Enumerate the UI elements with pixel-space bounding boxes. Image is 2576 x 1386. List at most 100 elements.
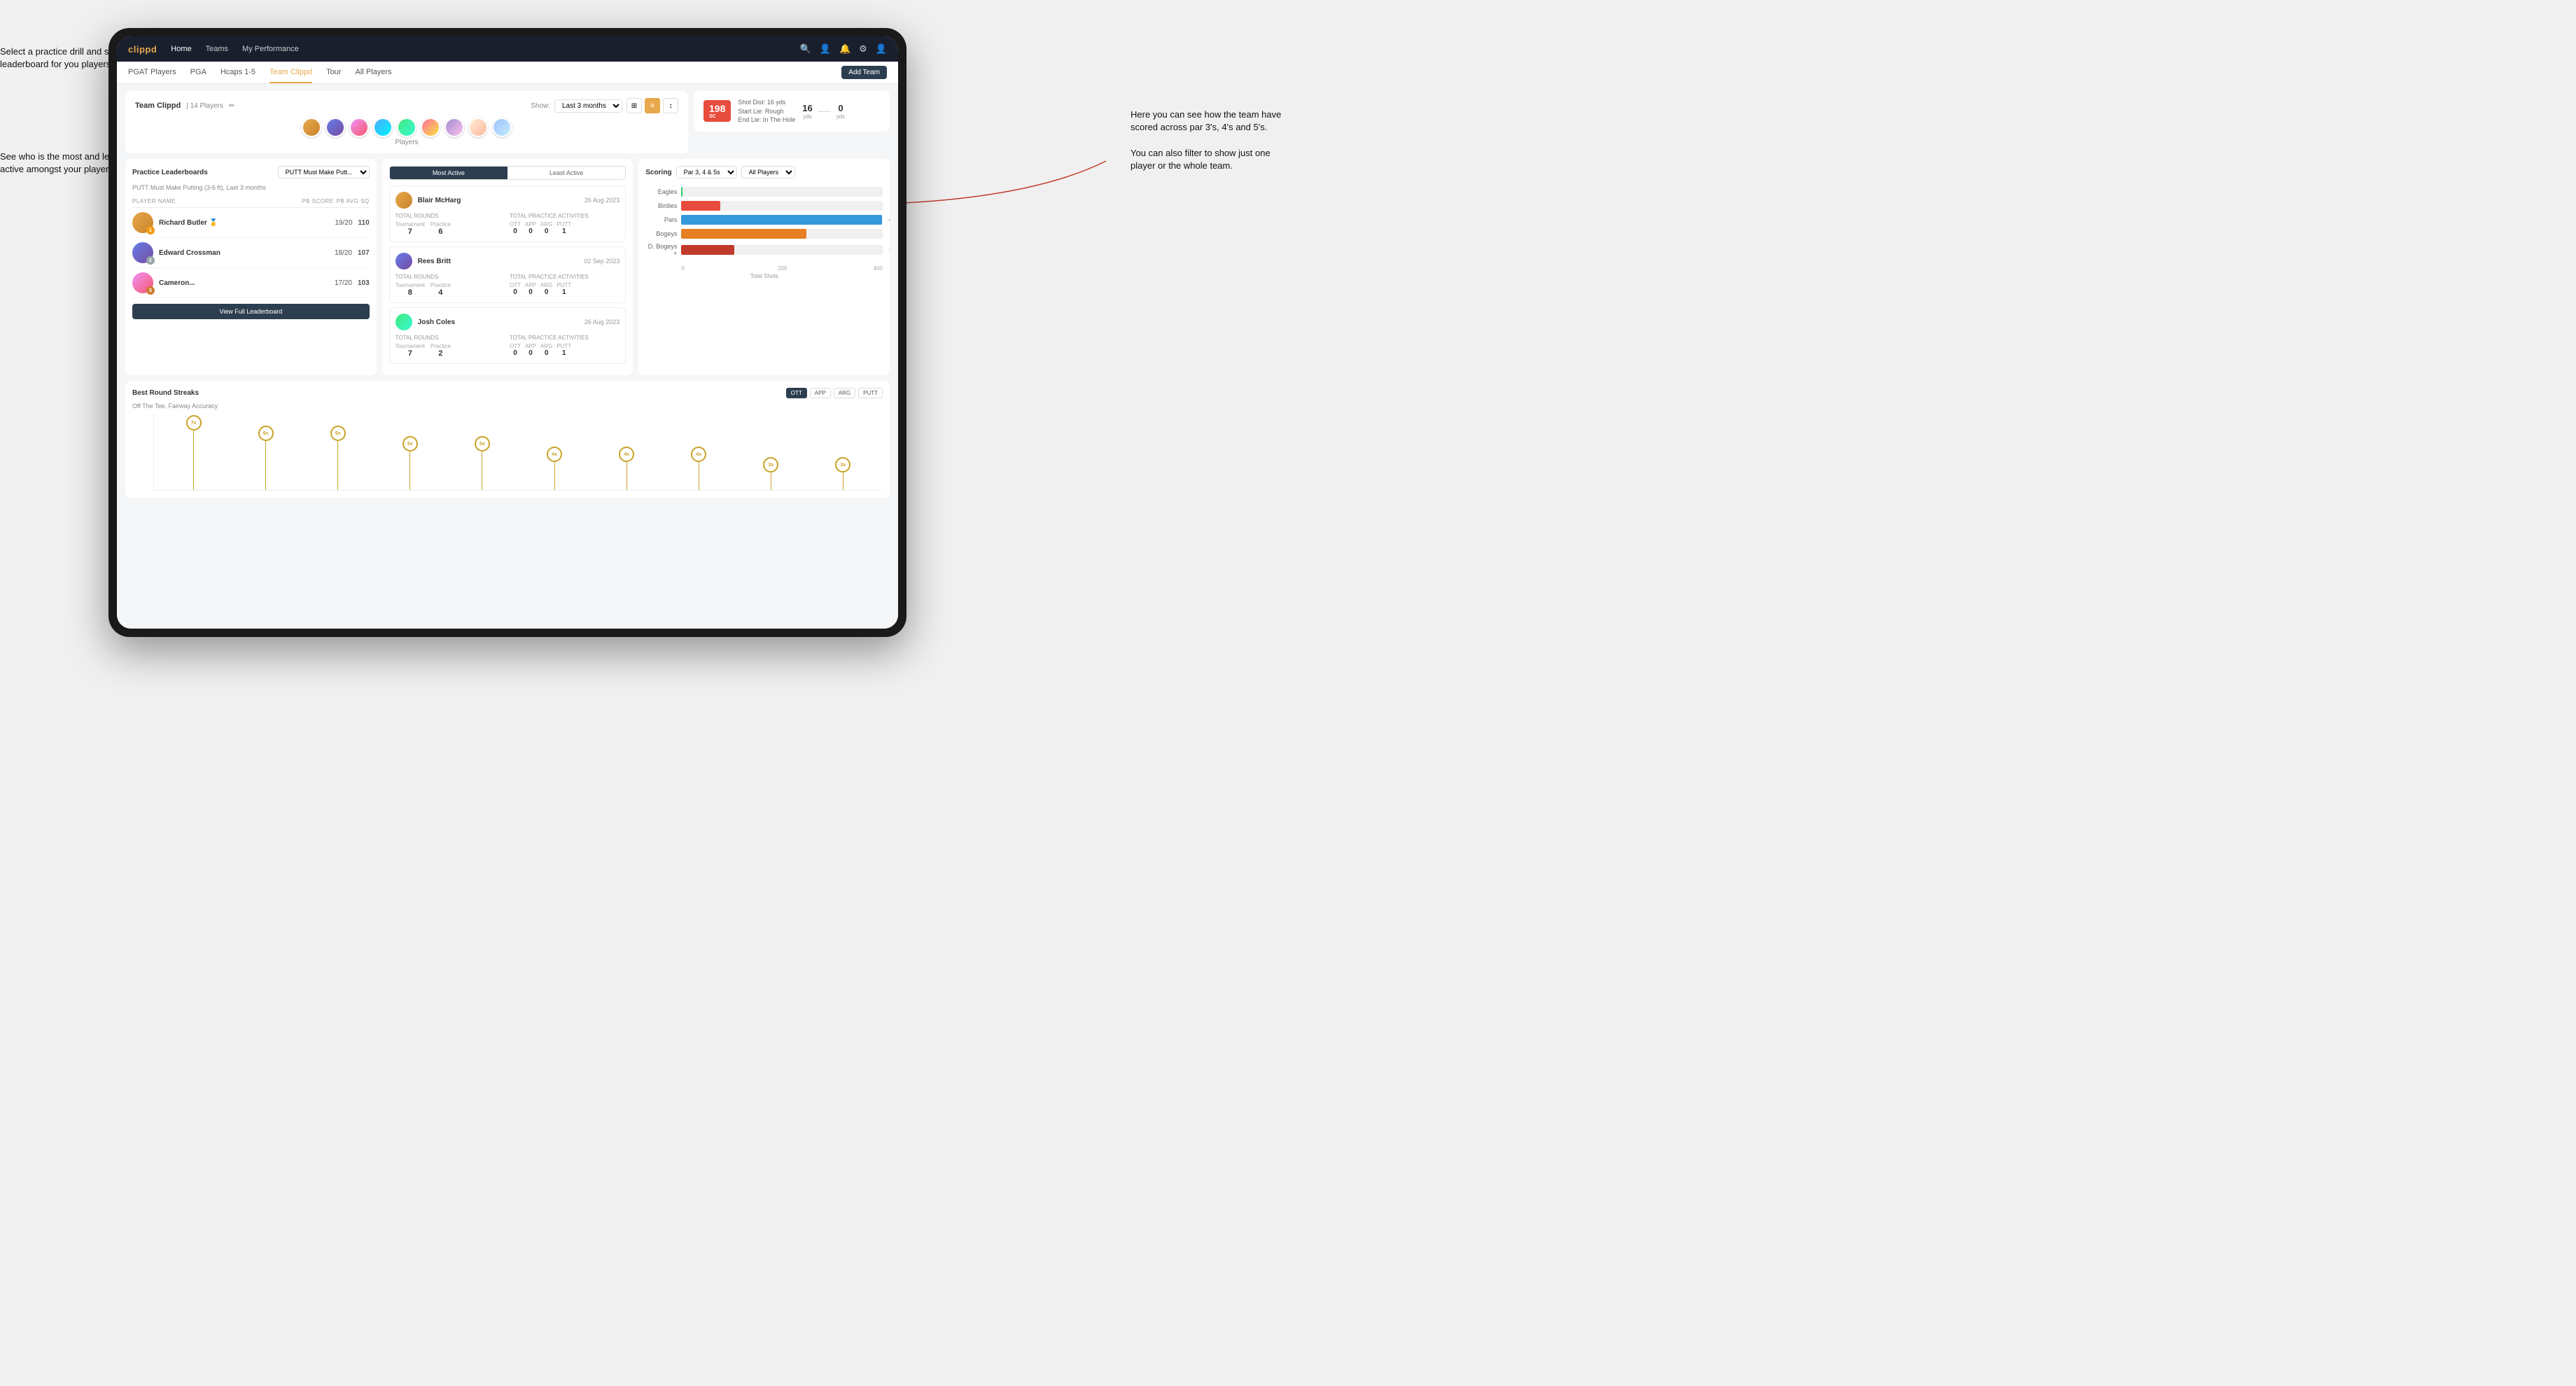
bell-icon[interactable]: 🔔	[839, 43, 850, 55]
table-row: 3 Cameron... 17/20 103	[132, 268, 370, 298]
player-sm-avatar-josh[interactable]	[396, 314, 412, 330]
player-card-header-1: Blair McHarg 26 Aug 2023	[396, 192, 620, 209]
player-name-2: Edward Crossman	[159, 249, 329, 257]
player-avatar-3[interactable]	[349, 118, 369, 137]
player-card-date-2: 02 Sep 2023	[584, 258, 620, 265]
streak-dot-group-8: 4x	[663, 447, 735, 490]
streak-dot-group-6: 4x	[518, 447, 590, 490]
rounds-label-2: Total Rounds	[396, 274, 505, 280]
edit-icon[interactable]: ✏	[229, 102, 234, 110]
player-avatar-2[interactable]	[326, 118, 345, 137]
bar-row-pars: Pars 499	[645, 215, 883, 225]
player-avg-1: 110	[358, 219, 370, 227]
player-avg-2: 107	[358, 249, 370, 257]
annotation-right-1: Here you can see how the team have score…	[1130, 108, 1284, 172]
active-player-card-3: Josh Coles 26 Aug 2023 Total Rounds Tour…	[389, 307, 626, 364]
streak-dot-group-4: 5x	[374, 436, 446, 490]
active-player-card-1: Blair McHarg 26 Aug 2023 Total Rounds To…	[389, 186, 626, 242]
player-name-1: Richard Butler 🥇	[159, 219, 329, 227]
player-score-2: 18/20	[335, 249, 352, 257]
player-sm-avatar-rees[interactable]	[396, 253, 412, 270]
drill-select[interactable]: PUTT Must Make Putt...	[278, 166, 370, 178]
streak-dot-group-2: 6x	[230, 426, 302, 490]
player-card-name-3: Josh Coles	[418, 318, 579, 326]
subnav-pga[interactable]: PGA	[190, 62, 206, 83]
bar-row-bogeys: Bogeys 311	[645, 229, 883, 239]
nav-link-teams[interactable]: Teams	[206, 45, 228, 53]
shot-info-card: 198 SC Shot Dist: 16 yds Start Lie: Roug…	[694, 91, 890, 132]
player-avatar-5[interactable]	[397, 118, 416, 137]
show-period-select[interactable]: Last 3 months	[554, 99, 622, 113]
activities-label-2: Total Practice Activities	[510, 274, 620, 280]
sort-icon[interactable]: ↕	[663, 98, 678, 113]
view-icons: ⊞ ≡ ↕	[626, 98, 678, 113]
add-team-button[interactable]: Add Team	[841, 66, 887, 79]
subnav-pgat[interactable]: PGAT Players	[128, 62, 176, 83]
player-avatar-8[interactable]	[468, 118, 488, 137]
search-icon[interactable]: 🔍	[800, 43, 811, 55]
avatar-icon[interactable]: 👤	[876, 43, 887, 55]
player-card-name-1: Blair McHarg	[418, 197, 579, 204]
subnav-team-clippd[interactable]: Team Clippd	[270, 62, 312, 83]
list-view-icon[interactable]: ≡	[645, 98, 660, 113]
streaks-card: Best Round Streaks OTT APP ARG PUTT Off …	[125, 381, 890, 498]
rounds-label-1: Total Rounds	[396, 213, 505, 219]
active-panel-card: Most Active Least Active Blair McHarg 26…	[382, 159, 634, 375]
streak-dot-group-9: 3x	[735, 457, 807, 490]
least-active-tab[interactable]: Least Active	[507, 167, 625, 179]
player-avatar-4[interactable]	[373, 118, 393, 137]
player-avatar-richard[interactable]: 1	[132, 212, 153, 233]
putt-button[interactable]: PUTT	[858, 388, 883, 398]
par-filter-select[interactable]: Par 3, 4 & 5s	[676, 166, 737, 178]
view-full-leaderboard-button[interactable]: View Full Leaderboard	[132, 304, 370, 319]
nav-logo: clippd	[128, 44, 157, 55]
x-axis: 0 200 400	[645, 265, 883, 272]
navbar: clippd Home Teams My Performance 🔍 👤 🔔 ⚙…	[117, 36, 898, 62]
streak-dot-group-7: 4x	[591, 447, 663, 490]
grid-view-icon[interactable]: ⊞	[626, 98, 642, 113]
player-avatar-cameron[interactable]: 3	[132, 272, 153, 293]
subnav: PGAT Players PGA Hcaps 1-5 Team Clippd T…	[117, 62, 898, 84]
scoring-bar-chart: Eagles 3 Birdies 96	[645, 184, 883, 260]
scoring-card: Scoring Par 3, 4 & 5s All Players Eagles	[638, 159, 890, 375]
person-icon[interactable]: 👤	[820, 43, 831, 55]
active-player-card-2: Rees Britt 02 Sep 2023 Total Rounds Tour…	[389, 246, 626, 303]
player-sm-avatar-blair[interactable]	[396, 192, 412, 209]
streaks-subtitle: Off The Tee, Fairway Accuracy	[132, 402, 883, 410]
tablet-screen: clippd Home Teams My Performance 🔍 👤 🔔 ⚙…	[117, 36, 898, 629]
subnav-tour[interactable]: Tour	[326, 62, 341, 83]
leaderboard-columns: PLAYER NAME PB SCORE PB AVG SQ	[132, 195, 370, 208]
team-player-count: | 14 Players	[186, 102, 223, 110]
nav-link-home[interactable]: Home	[171, 45, 191, 53]
player-filter-select[interactable]: All Players	[741, 166, 795, 178]
table-row: 1 Richard Butler 🥇 19/20 110	[132, 208, 370, 238]
active-toggle-tabs: Most Active Least Active	[389, 166, 626, 180]
streak-dot-group-5: 5x	[446, 436, 518, 490]
player-avatar-edward[interactable]: 2	[132, 242, 153, 263]
subnav-hcaps[interactable]: Hcaps 1-5	[220, 62, 255, 83]
streak-chart: 7x 6x 6x 5x	[153, 414, 883, 491]
main-content: Team Clippd | 14 Players ✏ Show: Last 3 …	[117, 84, 898, 629]
player-avatar-6[interactable]	[421, 118, 440, 137]
streak-dot-group-10: 3x	[807, 457, 879, 490]
player-avatar-9[interactable]	[492, 118, 512, 137]
tablet-frame: clippd Home Teams My Performance 🔍 👤 🔔 ⚙…	[108, 28, 906, 637]
activities-label-3: Total Practice Activities	[510, 335, 620, 341]
rank-badge-1: 1	[146, 226, 155, 234]
nav-icons: 🔍 👤 🔔 ⚙ 👤	[800, 43, 887, 55]
subnav-all-players[interactable]: All Players	[356, 62, 392, 83]
settings-icon[interactable]: ⚙	[859, 43, 867, 55]
player-card-name-2: Rees Britt	[418, 258, 579, 265]
player-avatar-1[interactable]	[302, 118, 321, 137]
most-active-tab[interactable]: Most Active	[390, 167, 507, 179]
three-column-grid: Practice Leaderboards PUTT Must Make Put…	[125, 159, 890, 375]
player-avatar-7[interactable]	[444, 118, 464, 137]
nav-link-performance[interactable]: My Performance	[242, 45, 299, 53]
shot-badge: 198 SC	[704, 100, 731, 122]
arg-button[interactable]: ARG	[834, 388, 855, 398]
leaderboard-subtitle: PUTT Must Make Putting (3-6 ft), Last 3 …	[132, 184, 370, 191]
app-button[interactable]: APP	[810, 388, 831, 398]
activities-label-1: Total Practice Activities	[510, 213, 620, 219]
ott-button[interactable]: OTT	[786, 388, 807, 398]
x-axis-label: Total Shots	[645, 273, 883, 279]
